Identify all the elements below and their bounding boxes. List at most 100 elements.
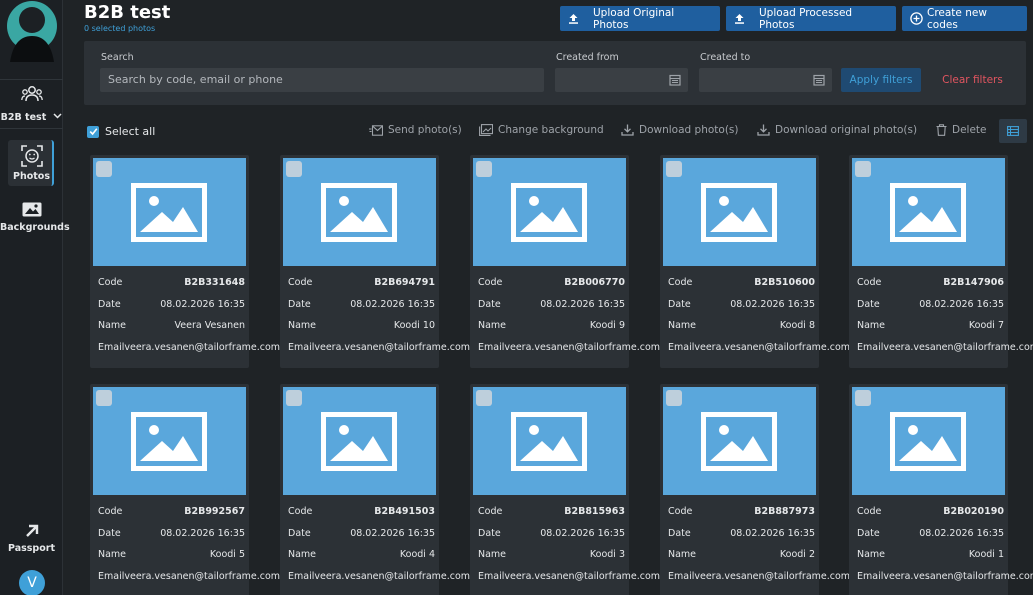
card-checkbox[interactable] [855,390,871,406]
change-background-button[interactable]: Change background [479,124,604,136]
create-codes-button[interactable]: Create new codes [902,6,1027,31]
avatar[interactable]: V [19,570,45,595]
upload-icon [569,14,578,24]
name-row: Name Koodi 1 [857,549,1004,563]
name-label: Name [288,320,317,331]
card-checkbox[interactable] [286,390,302,406]
card-checkbox[interactable] [476,390,492,406]
image-placeholder-icon [890,183,966,242]
calendar-icon [813,74,825,86]
card-checkbox[interactable] [286,161,302,177]
clear-filters-button[interactable]: Clear filters [935,68,1010,92]
view-toggle-button[interactable] [999,119,1027,143]
photo-thumbnail[interactable] [663,387,816,495]
create-codes-label: Create new codes [927,6,987,31]
name-row: Name Koodi 3 [478,549,625,563]
code-row: Code B2B992567 [98,506,245,520]
code-value: B2B147906 [943,277,1004,288]
name-label: Name [478,320,507,331]
email-label: Email [288,571,315,582]
card-checkbox[interactable] [96,161,112,177]
date-label: Date [478,528,501,539]
created-from-field[interactable] [555,68,688,92]
photo-card[interactable]: Code B2B510600 Date 08.02.2026 16:35 Nam… [660,155,850,368]
select-all-checkbox[interactable]: Select all [87,125,155,138]
search-input[interactable]: Search by code, email or phone [100,68,544,92]
photo-card[interactable]: Code B2B815963 Date 08.02.2026 16:35 Nam… [470,384,660,595]
send-photos-button[interactable]: Send photo(s) [369,124,462,136]
download-original-button[interactable]: Download original photo(s) [757,124,917,136]
name-row: Name Koodi 9 [478,320,625,334]
photo-card[interactable]: Code B2B992567 Date 08.02.2026 16:35 Nam… [90,384,280,595]
date-label: Date [668,528,691,539]
upload-original-button[interactable]: Upload Original Photos [560,6,720,31]
sidebar-item-label: Photos [13,171,50,182]
delete-button[interactable]: Delete [936,124,987,136]
sidebar-item-passport[interactable]: Passport [0,524,63,554]
email-label: Email [668,342,695,353]
image-placeholder-icon [321,412,397,471]
card-checkbox[interactable] [96,390,112,406]
date-value: 08.02.2026 16:35 [919,528,1004,539]
photo-card[interactable]: Code B2B694791 Date 08.02.2026 16:35 Nam… [280,155,470,368]
photo-thumbnail[interactable] [93,158,246,266]
code-row: Code B2B020190 [857,506,1004,520]
apply-filters-button[interactable]: Apply filters [841,68,921,92]
date-label: Date [668,299,691,310]
card-checkbox[interactable] [476,161,492,177]
send-photos-label: Send photo(s) [388,124,462,136]
photo-card[interactable]: Code B2B331648 Date 08.02.2026 16:35 Nam… [90,155,280,368]
users-icon [20,86,43,102]
card-checkbox[interactable] [666,390,682,406]
date-label: Date [857,299,880,310]
selected-count: 0 selected photos [84,24,156,33]
download-photos-button[interactable]: Download photo(s) [621,124,738,136]
date-row: Date 08.02.2026 16:35 [288,299,435,313]
name-row: Name Koodi 4 [288,549,435,563]
sidebar-item-backgrounds[interactable]: Backgrounds [0,202,70,233]
code-value: B2B006770 [564,277,625,288]
photo-thumbnail[interactable] [473,387,626,495]
photo-card[interactable]: Code B2B147906 Date 08.02.2026 16:35 Nam… [849,155,1033,368]
photo-thumbnail[interactable] [473,158,626,266]
image-icon [22,202,41,217]
photo-thumbnail[interactable] [283,387,436,495]
code-label: Code [668,506,693,517]
name-label: Name [288,549,317,560]
photo-card[interactable]: Code B2B020190 Date 08.02.2026 16:35 Nam… [849,384,1033,595]
date-label: Date [288,299,311,310]
email-label: Email [668,571,695,582]
org-switcher[interactable]: B2B test [0,79,63,129]
code-value: B2B694791 [374,277,435,288]
checkbox-checked-icon [87,125,99,138]
name-row: Name Koodi 8 [668,320,815,334]
created-to-field[interactable] [699,68,832,92]
code-label: Code [857,506,882,517]
code-label: Code [98,506,123,517]
photo-card[interactable]: Code B2B887973 Date 08.02.2026 16:35 Nam… [660,384,850,595]
photo-thumbnail[interactable] [663,158,816,266]
download-original-label: Download original photo(s) [775,124,918,136]
email-value: veera.vesanen@tailorframe.com [694,342,851,353]
email-label: Email [857,571,884,582]
upload-processed-button[interactable]: Upload Processed Photos [726,6,896,31]
code-row: Code B2B510600 [668,277,815,291]
date-value: 08.02.2026 16:35 [730,299,815,310]
photo-card[interactable]: Code B2B006770 Date 08.02.2026 16:35 Nam… [470,155,660,368]
email-label: Email [98,571,125,582]
card-checkbox[interactable] [666,161,682,177]
card-checkbox[interactable] [855,161,871,177]
sidebar-item-label: Passport [8,543,55,554]
name-value: Koodi 2 [779,549,815,560]
photo-thumbnail[interactable] [852,158,1005,266]
name-value: Koodi 7 [968,320,1004,331]
photo-thumbnail[interactable] [93,387,246,495]
sidebar-item-photos[interactable]: Photos [0,140,63,186]
code-row: Code B2B006770 [478,277,625,291]
photo-thumbnail[interactable] [852,387,1005,495]
name-label: Name [668,320,697,331]
photo-thumbnail[interactable] [283,158,436,266]
image-placeholder-icon [511,183,587,242]
name-label: Name [98,320,127,331]
photo-card[interactable]: Code B2B491503 Date 08.02.2026 16:35 Nam… [280,384,470,595]
